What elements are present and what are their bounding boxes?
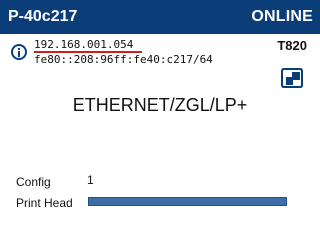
ipv6-address: fe80::208:96ff:fe40:c217/64: [34, 53, 213, 66]
device-name: P-40c217: [8, 8, 78, 25]
config-label: Config: [16, 175, 51, 189]
print-head-meter: [88, 197, 287, 206]
online-status: ONLINE: [251, 8, 313, 25]
ipv4-address[interactable]: 192.168.001.054: [34, 38, 133, 52]
config-value: 1: [87, 173, 94, 187]
printer-model: T820: [277, 38, 307, 53]
protocol-label: ETHERNET/ZGL/LP+: [72, 95, 248, 115]
printer-device-icon[interactable]: [280, 66, 304, 88]
status-header: P-40c217 ONLINE: [0, 0, 320, 34]
info-icon[interactable]: [11, 44, 27, 60]
print-head-label: Print Head: [16, 196, 73, 210]
print-head-meter-fill: [89, 198, 286, 205]
